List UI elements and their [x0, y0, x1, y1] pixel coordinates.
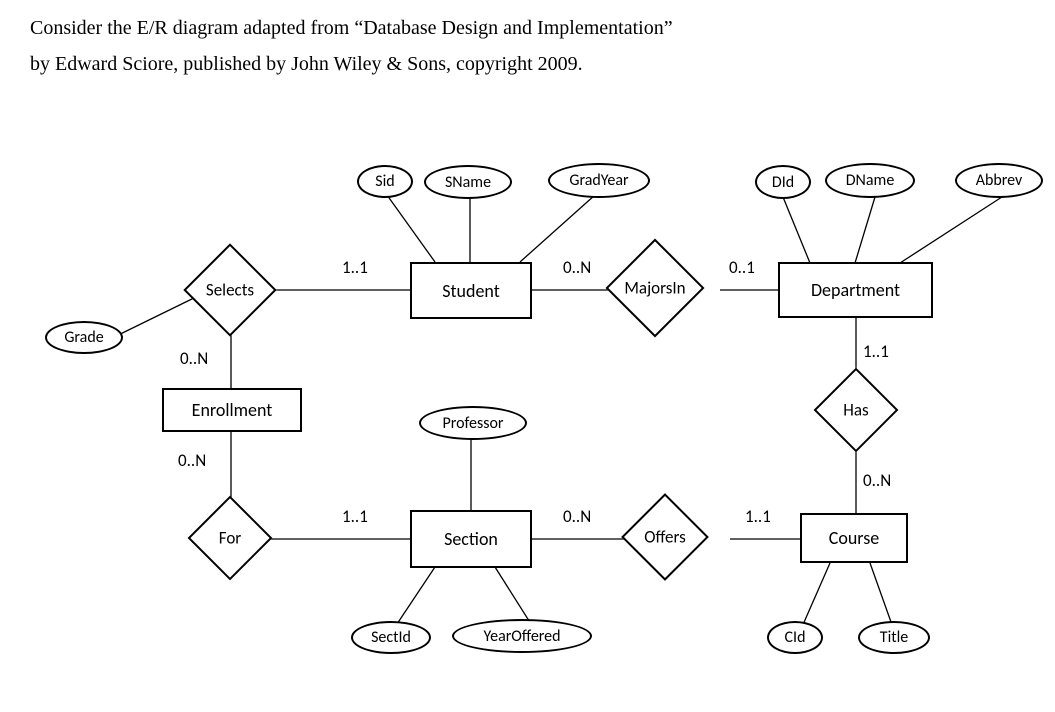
- card-has-course: 0..N: [863, 470, 891, 491]
- rel-for: For: [200, 508, 260, 568]
- card-majorsin-department: 0..1: [729, 257, 755, 278]
- attr-sname-label: SName: [445, 173, 491, 192]
- attr-gradyear-label: GradYear: [569, 171, 628, 190]
- entity-student: Student: [410, 262, 532, 319]
- attr-professor: Professor: [419, 406, 527, 440]
- entity-section-label: Section: [444, 528, 498, 550]
- entity-course-label: Course: [829, 527, 880, 549]
- card-selects-enrollment: 0..N: [180, 348, 208, 369]
- card-section-offers: 0..N: [563, 506, 591, 527]
- entity-section: Section: [410, 510, 532, 568]
- attr-did: DId: [755, 165, 811, 199]
- rel-selects: Selects: [197, 257, 263, 323]
- rel-for-label: For: [219, 528, 241, 549]
- entity-enrollment: Enrollment: [162, 388, 302, 432]
- attr-title-label: Title: [880, 628, 908, 647]
- entity-course: Course: [800, 513, 908, 563]
- entity-student-label: Student: [442, 280, 500, 302]
- attr-abbrev: Abbrev: [955, 163, 1043, 198]
- card-selects-student: 1..1: [342, 257, 368, 278]
- attr-gradyear: GradYear: [548, 163, 650, 198]
- attr-sid-label: Sid: [375, 172, 394, 191]
- attr-did-label: DId: [772, 173, 794, 192]
- rel-offers-label: Offers: [644, 527, 686, 548]
- entity-department: Department: [778, 262, 933, 318]
- attr-sectid: SectId: [351, 621, 431, 654]
- card-student-majorsin: 0..N: [563, 257, 591, 278]
- entity-department-label: Department: [811, 279, 900, 301]
- attr-sid: Sid: [357, 165, 413, 198]
- card-for-section: 1..1: [342, 506, 368, 527]
- attr-sname: SName: [424, 165, 512, 199]
- attr-grade: Grade: [45, 321, 123, 354]
- attr-grade-label: Grade: [64, 328, 103, 347]
- rel-selects-label: Selects: [206, 280, 254, 301]
- card-enrollment-for: 0..N: [178, 450, 206, 471]
- card-department-has: 1..1: [863, 341, 889, 362]
- rel-offers: Offers: [634, 506, 696, 568]
- attr-yearoffered-label: YearOffered: [483, 627, 560, 646]
- rel-majorsin: MajorsIn: [620, 253, 690, 323]
- attr-dname-label: DName: [846, 171, 895, 190]
- rel-majorsin-label: MajorsIn: [624, 278, 685, 299]
- attr-cid-label: CId: [785, 628, 806, 647]
- attr-cid: CId: [767, 621, 823, 654]
- attr-title: Title: [858, 621, 930, 654]
- attr-sectid-label: SectId: [371, 628, 411, 647]
- attr-abbrev-label: Abbrev: [976, 171, 1023, 190]
- rel-has: Has: [826, 380, 886, 440]
- card-offers-course: 1..1: [745, 506, 771, 527]
- attr-dname: DName: [825, 163, 915, 198]
- attr-yearoffered: YearOffered: [452, 619, 592, 653]
- entity-enrollment-label: Enrollment: [192, 399, 273, 421]
- rel-has-label: Has: [843, 400, 868, 421]
- attr-professor-label: Professor: [443, 414, 504, 433]
